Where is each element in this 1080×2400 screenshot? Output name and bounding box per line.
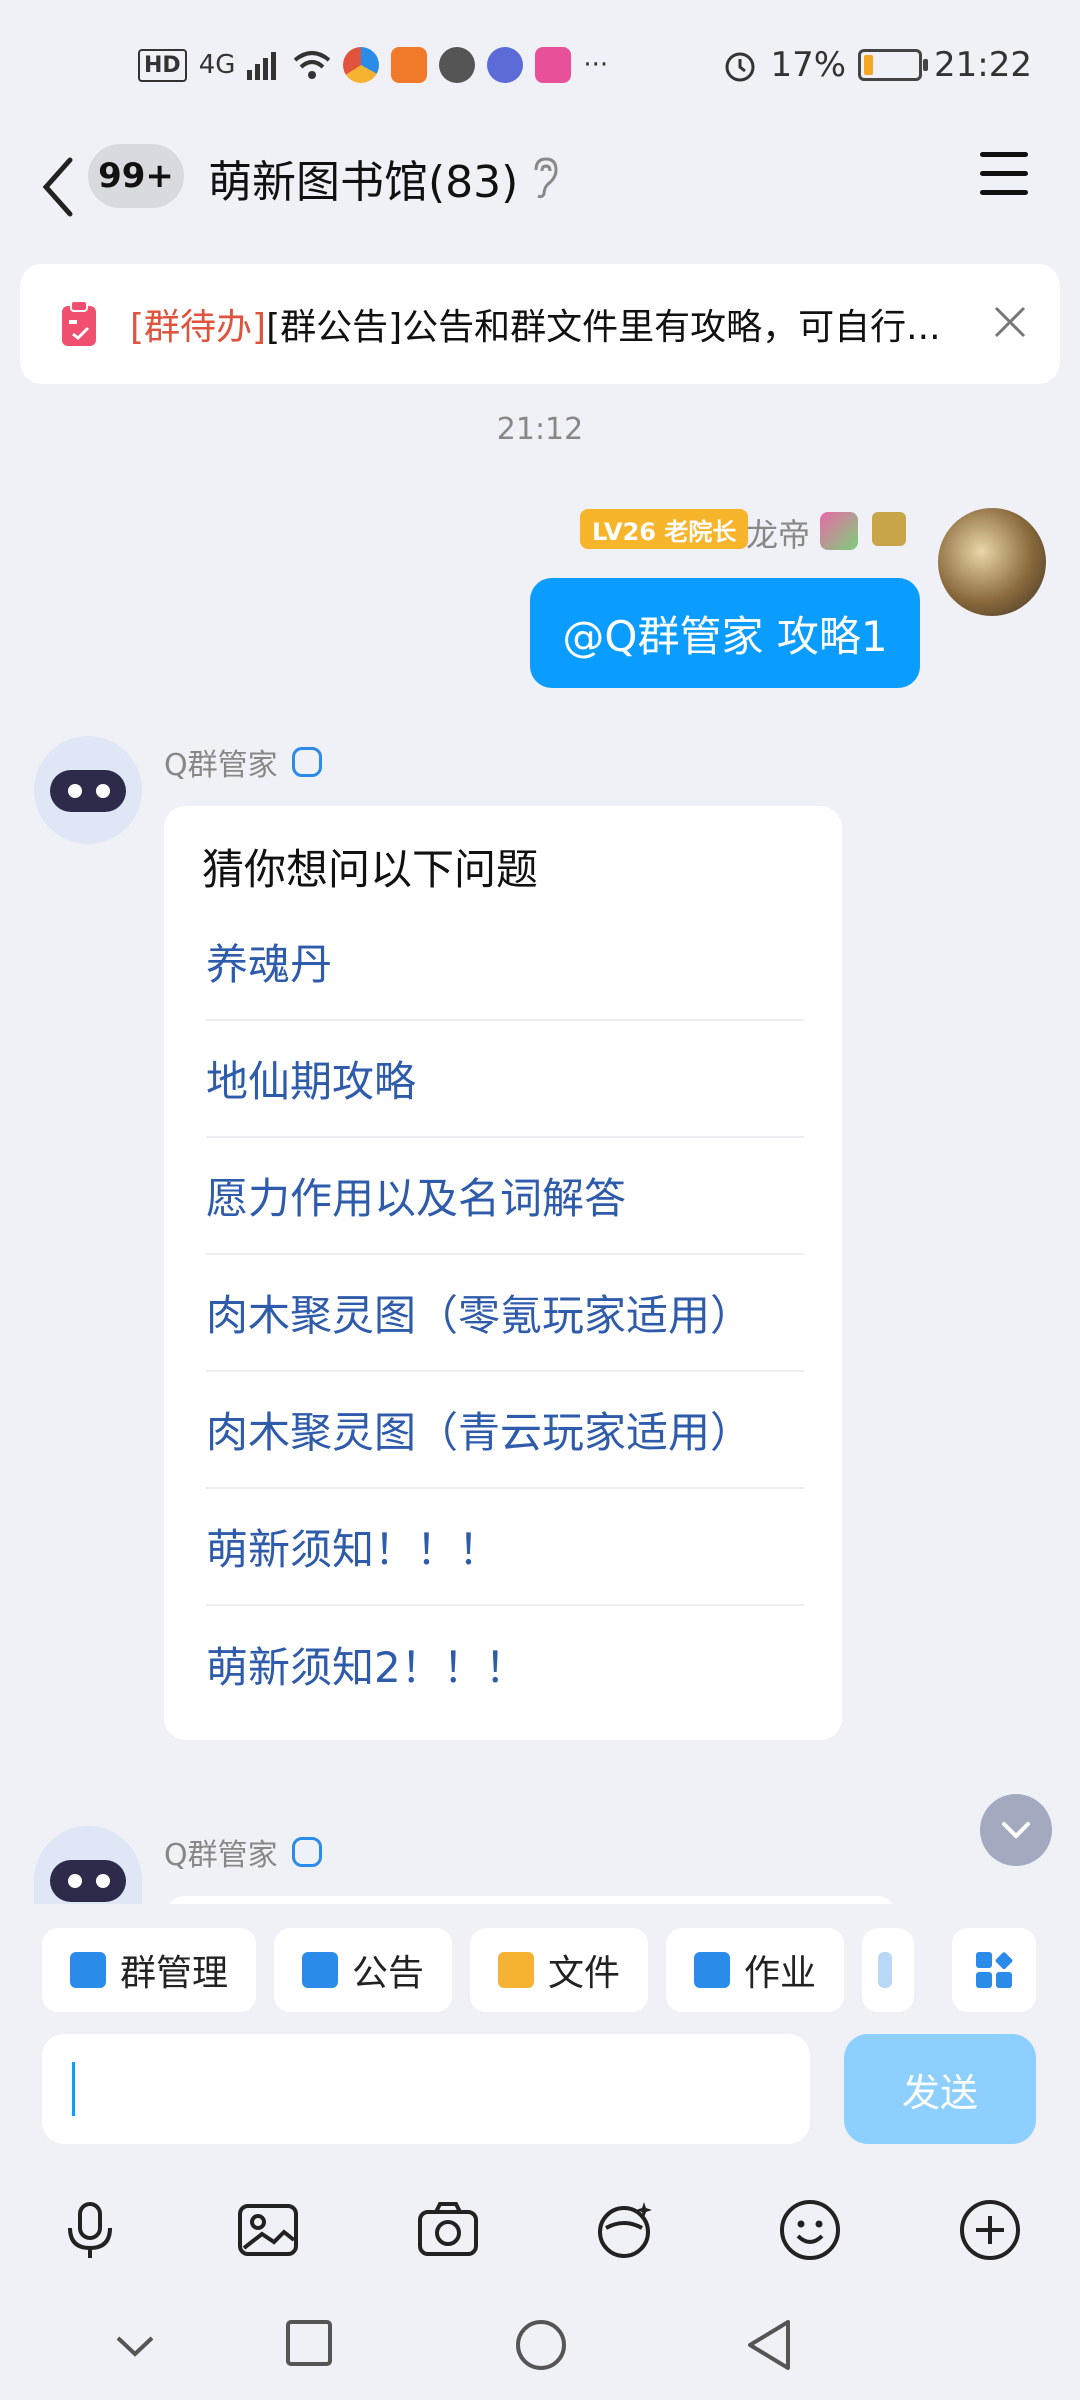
message-input[interactable] [42,2034,810,2144]
recent-apps-icon[interactable] [284,2318,334,2368]
message-timestamp: 21:12 [496,412,584,447]
bilibili-icon [535,47,572,83]
announcement-button[interactable]: 公告 [274,1928,453,2012]
bot-name: Q群管家 [164,1838,278,1873]
question-link[interactable]: 萌新须知2！！！ [206,1606,804,1723]
image-icon[interactable] [236,2198,300,2262]
files-button[interactable]: 文件 [470,1928,649,2012]
scroll-to-bottom-button[interactable] [980,1794,1052,1866]
app-notification-icon [343,47,380,83]
chip-label: 作业 [744,1953,817,1994]
level-badge: LV26 老院长 [580,509,749,549]
alarm-icon [725,52,755,82]
microphone-icon[interactable] [58,2198,122,2262]
emoji-icon[interactable] [778,2198,842,2262]
bot-avatar[interactable] [34,736,142,844]
folder-icon [498,1952,535,1988]
more-notifications: ··· [583,50,609,80]
robot-icon [291,1837,322,1867]
bot-name: Q群管家 [164,748,278,783]
group-title[interactable]: 萌新图书馆(83) [208,146,518,210]
battery-percent: 17% [770,45,847,85]
clipboard-icon [62,300,96,346]
message-bubble[interactable]: @Q群管家 攻略1 [530,578,920,688]
status-left: HD 4G ··· [138,40,608,90]
music-icon [487,47,524,83]
menu-icon[interactable] [980,152,1028,196]
status-bar: HD 4G ··· 17% 21:22 [0,0,1080,130]
toolbar [0,2174,1080,2284]
close-icon[interactable] [988,300,1032,344]
suggestion-card: 猜你想问以下问题 养魂丹 地仙期攻略 愿力作用以及名词解答 肉木聚灵图（零氪玩家… [164,806,842,1740]
notice-text: [群待办][群公告]公告和群文件里有攻略，可自行... [130,298,990,350]
app-icon [878,1952,893,1988]
group-manage-button[interactable]: 群管理 [42,1928,257,2012]
text-caret [72,2062,75,2116]
rank-badge-icon [872,512,906,546]
battery-icon [858,49,929,81]
avatar[interactable] [938,508,1046,616]
apps-grid-icon [976,1952,1013,1988]
group-manage-icon [70,1952,106,1988]
more-shortcut-partial[interactable] [862,1928,915,2012]
clock: 21:22 [934,45,1032,85]
chevron-down-icon[interactable] [112,2322,158,2368]
honor-badge-icon [820,512,858,550]
card-title: 猜你想问以下问题 [202,845,539,894]
question-link[interactable]: 地仙期攻略 [206,1021,804,1138]
notice-content: [群公告]公告和群文件里有攻略，可自行... [266,307,941,348]
question-link[interactable]: 萌新须知！！！ [206,1489,804,1606]
announcement-icon [302,1952,339,1988]
ear-icon[interactable] [528,156,562,200]
status-right: 17% 21:22 [722,40,1032,90]
bot-avatar[interactable] [34,1826,142,1904]
back-arrow-icon[interactable] [36,152,86,222]
question-link[interactable]: 养魂丹 [206,904,804,1021]
group-todo-banner[interactable]: [群待办][群公告]公告和群文件里有攻略，可自行... [20,264,1060,384]
wifi-icon [294,51,331,79]
unread-badge[interactable]: 99+ [88,144,184,208]
wechat-icon [439,47,476,83]
shortcut-bar: 群管理 公告 文件 作业 [42,1928,915,2012]
bot-header: Q群管家 [164,740,322,784]
camera-icon[interactable] [416,2198,480,2262]
system-navigation-bar [0,2290,1080,2400]
plus-icon[interactable] [958,2198,1022,2262]
apps-grid-button[interactable] [952,1928,1036,2012]
chip-label: 公告 [352,1953,425,1994]
chip-label: 群管理 [120,1953,229,1994]
question-link[interactable]: 肉木聚灵图（零氪玩家适用） [206,1255,804,1372]
app-notification-icon [391,47,428,83]
home-icon[interactable] [514,2318,568,2372]
homework-icon [694,1952,731,1988]
sender-nickname[interactable]: 龙帝 [746,510,810,556]
chip-label: 文件 [548,1953,621,1994]
back-icon[interactable] [744,2318,794,2372]
send-button[interactable]: 发送 [844,2034,1036,2144]
magic-mask-icon[interactable] [594,2198,658,2262]
question-link[interactable]: 肉木聚灵图（青云玩家适用） [206,1372,804,1489]
homework-button[interactable]: 作业 [666,1928,845,2012]
network-indicator: 4G [198,50,236,80]
notice-tag: [群待办] [130,307,267,348]
hd-indicator: HD [138,48,187,82]
signal-icon [247,52,277,80]
question-link[interactable]: 愿力作用以及名词解答 [206,1138,804,1255]
bot-header: Q群管家 [164,1830,322,1874]
robot-icon [291,747,322,777]
